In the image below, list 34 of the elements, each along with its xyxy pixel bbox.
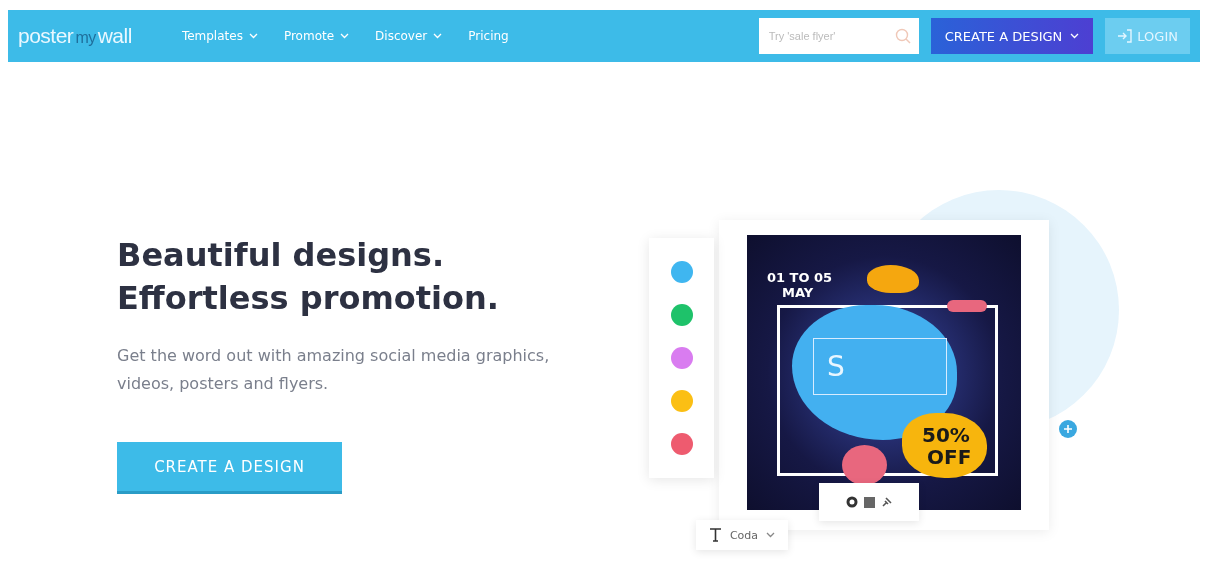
nav-link[interactable]: Templates: [181, 29, 258, 43]
decorative-shape: [842, 445, 887, 485]
pin-icon[interactable]: [880, 496, 893, 508]
search-field[interactable]: Try 'sale flyer': [758, 18, 919, 54]
nav-link[interactable]: Pricing: [468, 29, 509, 43]
add-icon[interactable]: [1059, 420, 1077, 438]
create-design-button[interactable]: CREATE A DESIGN: [930, 18, 1094, 54]
nav-link[interactable]: Discover: [375, 29, 443, 43]
create-design-button[interactable]: CREATE A DESIGN: [117, 442, 342, 494]
logo[interactable]: postermywall: [18, 24, 132, 48]
login-button[interactable]: LOGIN: [1105, 18, 1190, 54]
poster-letter: S: [827, 353, 845, 381]
date-text: 01 TO 05: [767, 271, 833, 284]
discount-text: 50%: [922, 425, 970, 445]
color-swatch[interactable]: [670, 260, 693, 283]
discount-text: OFF: [927, 447, 972, 467]
chevron-down-icon: [1070, 33, 1080, 39]
color-swatch[interactable]: [670, 303, 693, 326]
date-text: MAY: [782, 286, 814, 299]
color-swatch[interactable]: [670, 346, 693, 369]
color-swatch[interactable]: [670, 433, 693, 456]
hero-title: Beautiful designs. Effortless promotion.: [117, 235, 500, 319]
square-icon[interactable]: [863, 496, 875, 508]
circle-icon[interactable]: [845, 496, 858, 508]
color-swatch[interactable]: [670, 390, 693, 413]
font-dropdown[interactable]: Coda: [696, 520, 788, 550]
search-icon: [894, 28, 911, 44]
text-icon: [708, 528, 722, 542]
hero-subtitle: Get the word out with amazing social media graphics, videos, posters and flyers.: [117, 345, 551, 395]
login-icon: [1117, 29, 1134, 43]
decorative-shape: [867, 265, 919, 293]
decorative-shape: [947, 300, 987, 312]
chevron-down-icon: [766, 532, 776, 538]
nav-link[interactable]: Promote: [283, 29, 350, 43]
